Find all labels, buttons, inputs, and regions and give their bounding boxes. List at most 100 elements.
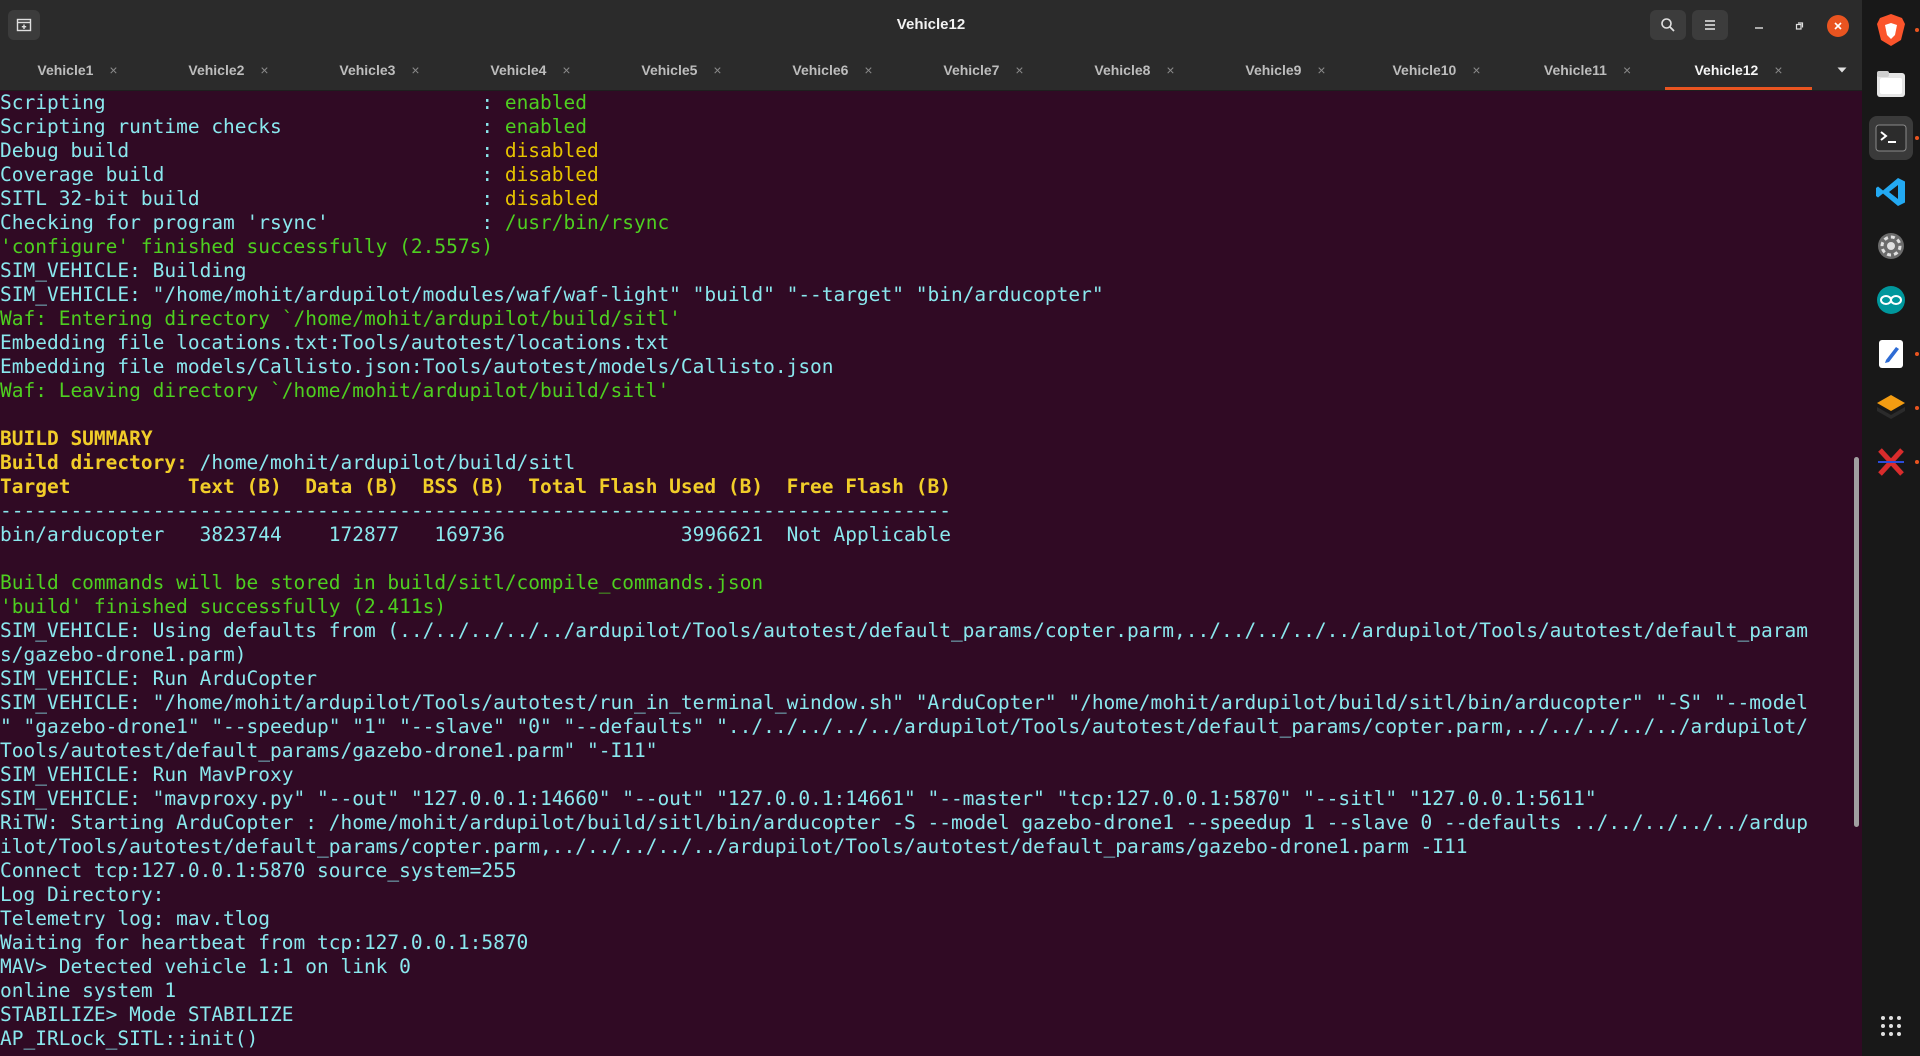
- tab-9[interactable]: Vehicle9 ×: [1210, 50, 1361, 90]
- terminal-text: /home/mohit/ardupilot/build/sitl: [199, 451, 576, 474]
- show-applications-button[interactable]: [1869, 1004, 1913, 1048]
- close-button[interactable]: [1827, 15, 1849, 37]
- terminal-line: Checking for program 'rsync' : /usr/bin/…: [0, 211, 1850, 235]
- tab-5[interactable]: Vehicle5 ×: [606, 50, 757, 90]
- tab-3[interactable]: Vehicle3 ×: [304, 50, 455, 90]
- terminal-text: SIM_VEHICLE: "/home/mohit/ardupilot/Tool…: [0, 691, 1808, 714]
- terminal-text: SIM_VEHICLE: "mavproxy.py" "--out" "127.…: [0, 787, 1597, 810]
- new-tab-icon: [16, 18, 32, 32]
- dock-item-text-editor[interactable]: [1869, 332, 1919, 376]
- tab-8[interactable]: Vehicle8 ×: [1059, 50, 1210, 90]
- dock-item-files[interactable]: [1869, 62, 1913, 106]
- tab-12[interactable]: Vehicle12 ×: [1663, 50, 1814, 90]
- running-indicator: [1915, 352, 1919, 356]
- terminal-output[interactable]: Scripting : enabled Scripting runtime che…: [0, 91, 1850, 1056]
- terminal-line: SITL 32-bit build : disabled: [0, 187, 1850, 211]
- terminal-line: Debug build : disabled: [0, 139, 1850, 163]
- dock-item-layers[interactable]: [1869, 386, 1919, 430]
- terminal-line: online system 1: [0, 979, 1850, 1003]
- terminal-line: Log Directory:: [0, 883, 1850, 907]
- terminal-line: Target Text (B) Data (B) BSS (B) Total F…: [0, 475, 1850, 499]
- tab-close-icon[interactable]: ×: [1472, 62, 1480, 78]
- tab-close-icon[interactable]: ×: [713, 62, 721, 78]
- tab-4[interactable]: Vehicle4 ×: [455, 50, 606, 90]
- tab-close-icon[interactable]: ×: [1317, 62, 1325, 78]
- running-indicator: [1915, 406, 1919, 410]
- terminal-scrollbar[interactable]: [1850, 91, 1862, 1056]
- dock-item-brave[interactable]: [1869, 8, 1919, 52]
- terminal-text: Embedding file models/Callisto.json:Tool…: [0, 355, 834, 378]
- scrollbar-thumb[interactable]: [1854, 457, 1859, 827]
- running-indicator: [1915, 136, 1919, 140]
- terminal-text: 'configure' finished successfully (2.557…: [0, 235, 494, 258]
- terminal-text: Coverage build :: [0, 163, 505, 186]
- settings-icon: [1878, 233, 1904, 259]
- terminal-text: ----------------------------------------…: [0, 499, 951, 522]
- terminal-line: Tools/autotest/default_params/gazebo-dro…: [0, 739, 1850, 763]
- tab-6[interactable]: Vehicle6 ×: [757, 50, 908, 90]
- tab-close-icon[interactable]: ×: [864, 62, 872, 78]
- tab-1[interactable]: Vehicle1 ×: [2, 50, 153, 90]
- dock-item-arduino[interactable]: [1869, 278, 1913, 322]
- tab-bar: Vehicle1 × Vehicle2 × Vehicle3 × Vehicle4 × Vehi…: [0, 50, 1862, 91]
- tab-label: Vehicle3: [339, 62, 396, 78]
- terminal-line: SIM_VEHICLE: Run ArduCopter: [0, 667, 1850, 691]
- dock-item-settings[interactable]: [1869, 224, 1913, 268]
- terminal-text: ilot/Tools/autotest/default_params/copte…: [0, 835, 1468, 858]
- tab-close-icon[interactable]: ×: [562, 62, 570, 78]
- new-tab-button[interactable]: [8, 10, 40, 40]
- minimize-button[interactable]: [1748, 15, 1770, 37]
- terminal-text: AP_IRLock_SITL::init(): [0, 1027, 259, 1050]
- running-indicator: [1915, 460, 1919, 464]
- tab-10[interactable]: Vehicle10 ×: [1361, 50, 1512, 90]
- terminal-text: Embedding file locations.txt:Tools/autot…: [0, 331, 670, 354]
- tab-close-icon[interactable]: ×: [1166, 62, 1174, 78]
- vscode-icon: [1876, 178, 1905, 206]
- tab-label: Vehicle7: [943, 62, 1000, 78]
- terminal-text: STABILIZE> Mode STABILIZE: [0, 1003, 294, 1026]
- terminal-line: SIM_VEHICLE: Building: [0, 259, 1850, 283]
- terminal-line: Telemetry log: mav.tlog: [0, 907, 1850, 931]
- terminal-line: AP_IRLock_SITL::init(): [0, 1027, 1850, 1051]
- tab-close-icon[interactable]: ×: [411, 62, 419, 78]
- dock-item-terminal[interactable]: [1869, 116, 1919, 160]
- chevron-down-icon: [1837, 67, 1847, 73]
- dock-item-vscode[interactable]: [1869, 170, 1913, 214]
- tab-11[interactable]: Vehicle11 ×: [1512, 50, 1663, 90]
- tab-close-icon[interactable]: ×: [109, 62, 117, 78]
- tab-close-icon[interactable]: ×: [260, 62, 268, 78]
- menu-button[interactable]: [1692, 10, 1728, 40]
- terminal-line: s/gazebo-drone1.parm): [0, 643, 1850, 667]
- terminal-text: Target Text (B) Data (B) BSS (B) Total F…: [0, 475, 951, 498]
- terminal-line: Coverage build : disabled: [0, 163, 1850, 187]
- terminal-text: BUILD SUMMARY: [0, 427, 153, 450]
- terminal-line: Waf: Leaving directory `/home/mohit/ardu…: [0, 379, 1850, 403]
- terminal-text: Waf: Entering directory `/home/mohit/ard…: [0, 307, 681, 330]
- files-icon: [1877, 71, 1905, 97]
- restore-button[interactable]: [1788, 15, 1810, 37]
- terminal-text: bin/arducopter 3823744 172877 169736 399…: [0, 523, 951, 546]
- terminal-text: disabled: [504, 139, 599, 162]
- running-indicator: [1915, 28, 1919, 32]
- tab-close-icon[interactable]: ×: [1623, 62, 1631, 78]
- title-bar: Vehicle12: [0, 0, 1862, 51]
- tab-7[interactable]: Vehicle7 ×: [908, 50, 1059, 90]
- terminal-text: /usr/bin/rsync: [504, 211, 670, 234]
- tab-close-icon[interactable]: ×: [1774, 62, 1782, 78]
- terminal-text: Waiting for heartbeat from tcp:127.0.0.1…: [0, 931, 529, 954]
- terminal-text: Log Directory:: [0, 883, 165, 906]
- tab-label: Vehicle1: [37, 62, 94, 78]
- tab-list-dropdown-button[interactable]: [1822, 50, 1862, 90]
- minimize-icon: [1755, 27, 1763, 29]
- dock-item-x-app[interactable]: [1869, 440, 1919, 484]
- search-button[interactable]: [1650, 10, 1686, 40]
- terminal-text: " "gazebo-drone1" "--speedup" "1" "--sla…: [0, 715, 1808, 738]
- tab-close-icon[interactable]: ×: [1015, 62, 1023, 78]
- terminal-line: bin/arducopter 3823744 172877 169736 399…: [0, 523, 1850, 547]
- terminal-text: SITL 32-bit build :: [0, 187, 505, 210]
- tab-2[interactable]: Vehicle2 ×: [153, 50, 304, 90]
- terminal-text: disabled: [504, 187, 599, 210]
- terminal-line: RiTW: Starting ArduCopter : /home/mohit/…: [0, 811, 1850, 835]
- terminal-line: SIM_VEHICLE: Run MavProxy: [0, 763, 1850, 787]
- hamburger-menu-icon: [1705, 20, 1715, 30]
